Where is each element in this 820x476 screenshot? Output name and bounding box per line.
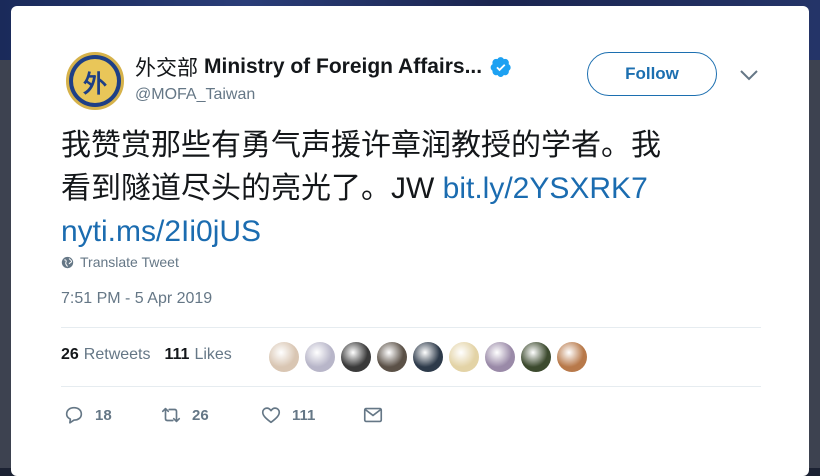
heart-icon xyxy=(261,407,281,424)
retweet-button[interactable]: 26 xyxy=(160,404,260,426)
like-button[interactable]: 111 xyxy=(260,404,362,426)
envelope-icon xyxy=(363,407,383,423)
retweet-count: 26 xyxy=(192,406,209,424)
translate-tweet-link[interactable]: Translate Tweet xyxy=(61,254,179,270)
liker-avatar[interactable] xyxy=(413,342,443,372)
account-handle[interactable]: @MOFA_Taiwan xyxy=(135,86,255,104)
like-count: 111 xyxy=(292,406,316,424)
divider xyxy=(61,327,761,328)
tweet-text: 我赞赏那些有勇气声援许章润教授的学者。我 看到隧道尽头的亮光了。JW bit.l… xyxy=(61,124,761,253)
avatar-emblem: 外 xyxy=(73,59,117,103)
translate-label: Translate Tweet xyxy=(80,254,179,270)
verified-badge-icon xyxy=(490,57,511,78)
account-name-cn: 外交部 xyxy=(135,57,198,80)
follow-button[interactable]: Follow xyxy=(587,52,717,96)
tweet-line-1: 我赞赏那些有勇气声援许章润教授的学者。我 xyxy=(61,129,661,162)
reply-button[interactable]: 18 xyxy=(63,404,160,426)
globe-icon xyxy=(61,256,74,268)
tweet-actions: 18 26 111 xyxy=(63,404,394,426)
divider xyxy=(61,386,761,387)
tweet-line-2: 看到隧道尽头的亮光了。JW bit.ly/2YSXRK7 xyxy=(61,167,761,210)
tweet-stats: 26 Retweets 111 Likes xyxy=(61,346,232,364)
tweet-line-2-text: 看到隧道尽头的亮光了。JW xyxy=(61,172,443,205)
account-name-en: Ministry of Foreign Affairs... xyxy=(204,55,483,78)
account-name[interactable]: 外交部 Ministry of Foreign Affairs... xyxy=(135,52,512,82)
tweet-modal: 外 外交部 Ministry of Foreign Affairs... @MO… xyxy=(11,6,809,476)
retweets-label: Retweets xyxy=(83,346,151,363)
tweet-link-bitly[interactable]: bit.ly/2YSXRK7 xyxy=(443,172,648,205)
direct-message-button[interactable] xyxy=(362,404,394,426)
liker-avatar[interactable] xyxy=(485,342,515,372)
liker-avatars xyxy=(269,342,593,372)
liker-avatar[interactable] xyxy=(521,342,551,372)
liker-avatar[interactable] xyxy=(305,342,335,372)
likes-stat[interactable]: 111 Likes xyxy=(165,346,232,364)
liker-avatar[interactable] xyxy=(449,342,479,372)
avatar[interactable]: 外 xyxy=(66,52,124,110)
retweet-icon xyxy=(161,407,181,423)
reply-count: 18 xyxy=(95,406,112,424)
tweet-link-nyti[interactable]: nyti.ms/2Ii0jUS xyxy=(61,215,261,248)
tweet-timestamp[interactable]: 7:51 PM - 5 Apr 2019 xyxy=(61,290,212,308)
liker-avatar[interactable] xyxy=(341,342,371,372)
chevron-down-icon[interactable] xyxy=(739,68,759,82)
liker-avatar[interactable] xyxy=(377,342,407,372)
retweets-stat[interactable]: 26 Retweets xyxy=(61,346,151,364)
retweets-count: 26 xyxy=(61,346,79,363)
likes-label: Likes xyxy=(194,346,232,363)
reply-icon xyxy=(65,406,83,424)
liker-avatar[interactable] xyxy=(557,342,587,372)
likes-count: 111 xyxy=(164,346,190,363)
liker-avatar[interactable] xyxy=(269,342,299,372)
